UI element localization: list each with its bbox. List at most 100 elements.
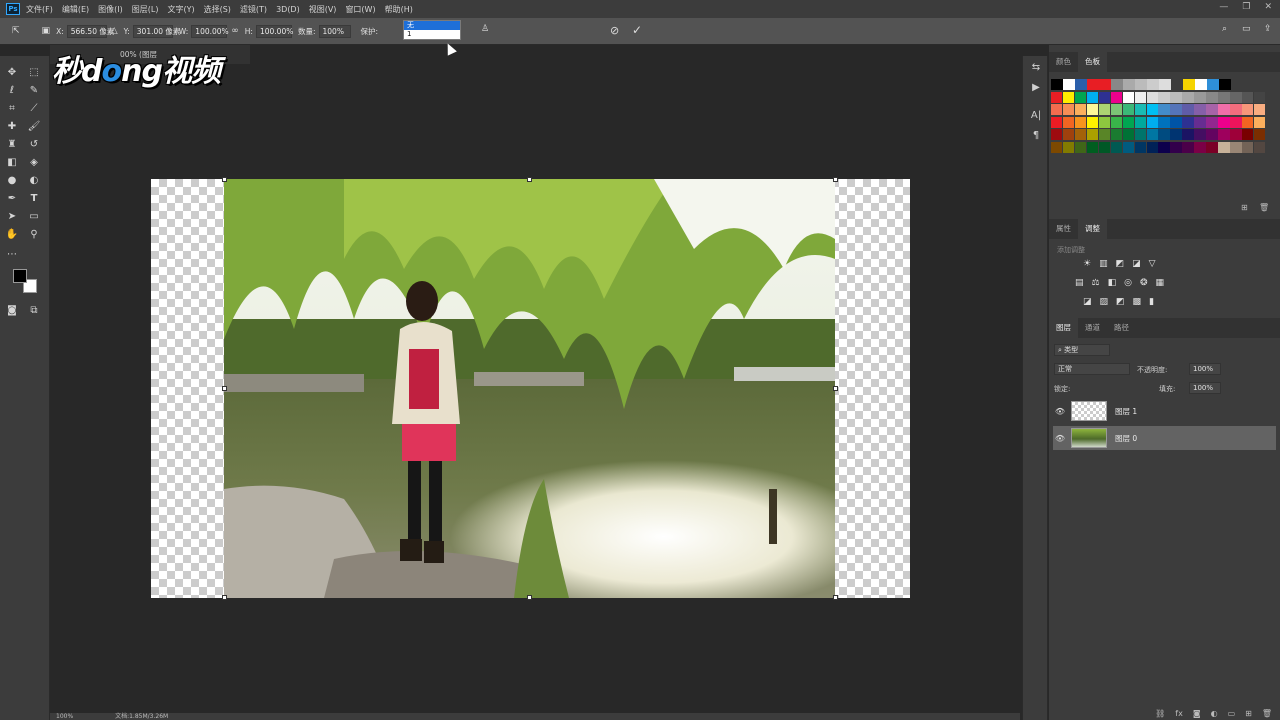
color-swatch[interactable] bbox=[1230, 129, 1242, 140]
color-swatch[interactable] bbox=[1194, 129, 1206, 140]
transform-handle[interactable] bbox=[222, 595, 227, 600]
close-icon[interactable]: ✕ bbox=[1264, 2, 1272, 12]
h-field[interactable]: 100.00% bbox=[255, 24, 293, 38]
menu-window[interactable]: 窗口(W) bbox=[345, 4, 375, 15]
color-swatch[interactable] bbox=[1230, 116, 1242, 128]
history-brush-tool-icon[interactable]: ↺ bbox=[27, 138, 41, 152]
menu-view[interactable]: 视图(V) bbox=[309, 4, 337, 15]
tab-swatches[interactable]: 色板 bbox=[1078, 52, 1107, 72]
color-swatch[interactable] bbox=[1206, 141, 1218, 153]
color-swatch[interactable] bbox=[1147, 79, 1159, 90]
color-swatch[interactable] bbox=[1182, 129, 1194, 140]
color-swatch[interactable] bbox=[1087, 79, 1099, 90]
eraser-tool-icon[interactable]: ◧ bbox=[5, 156, 19, 170]
color-swatch[interactable] bbox=[1086, 129, 1099, 140]
color-swatch[interactable] bbox=[1051, 141, 1063, 153]
color-swatch[interactable] bbox=[1253, 129, 1266, 140]
color-swatch[interactable] bbox=[1158, 129, 1170, 140]
actions-play-icon[interactable]: ▶ bbox=[1023, 78, 1049, 98]
hue-saturation-icon[interactable]: ▤ bbox=[1075, 278, 1084, 288]
color-swatch[interactable] bbox=[1134, 116, 1146, 128]
color-swatch[interactable] bbox=[1062, 141, 1075, 153]
tab-channels[interactable]: 通道 bbox=[1078, 318, 1107, 338]
color-swatch[interactable] bbox=[1098, 104, 1111, 115]
curves-icon[interactable]: ◩ bbox=[1116, 259, 1125, 269]
color-swatch[interactable] bbox=[1146, 129, 1158, 140]
character-icon[interactable]: A| bbox=[1023, 106, 1049, 126]
color-swatch[interactable] bbox=[1074, 91, 1087, 103]
color-swatch[interactable] bbox=[1098, 91, 1111, 103]
layer-row[interactable]: 👁 图层 0 bbox=[1053, 426, 1276, 450]
color-swatch[interactable] bbox=[1074, 116, 1087, 128]
color-swatch[interactable] bbox=[1159, 79, 1171, 90]
delta-icon[interactable]: △ bbox=[111, 26, 118, 36]
transform-handle[interactable] bbox=[222, 386, 227, 391]
color-swatch[interactable] bbox=[1110, 129, 1123, 140]
eyedropper-tool-icon[interactable]: ⟋ bbox=[27, 102, 41, 116]
share-icon[interactable]: ⇪ bbox=[1264, 24, 1272, 34]
zoom-tool-icon[interactable]: ⚲ bbox=[27, 228, 41, 242]
delete-swatch-icon[interactable]: 🗑 bbox=[1259, 203, 1269, 212]
minimize-icon[interactable]: — bbox=[1219, 2, 1228, 12]
maximize-icon[interactable]: ❐ bbox=[1242, 2, 1250, 12]
color-swatch[interactable] bbox=[1062, 91, 1075, 103]
brush-tool-icon[interactable]: 🖌 bbox=[27, 120, 41, 134]
visibility-eye-icon[interactable]: 👁 bbox=[1053, 434, 1067, 443]
lasso-tool-icon[interactable]: ℓ bbox=[5, 84, 19, 98]
color-swatch[interactable] bbox=[1075, 79, 1087, 90]
color-swatch[interactable] bbox=[1218, 116, 1230, 128]
opacity-field[interactable]: 100% bbox=[1189, 363, 1221, 375]
color-swatch[interactable] bbox=[1194, 116, 1206, 128]
color-swatch[interactable] bbox=[1110, 91, 1123, 103]
color-swatch[interactable] bbox=[1098, 141, 1111, 153]
w-field[interactable]: 100.00% bbox=[191, 24, 229, 38]
color-swatch[interactable] bbox=[1098, 129, 1111, 140]
color-swatch[interactable] bbox=[1218, 129, 1230, 140]
path-select-tool-icon[interactable]: ➤ bbox=[5, 210, 19, 224]
layer-row[interactable]: 👁 图层 1 bbox=[1053, 399, 1276, 423]
document-info[interactable]: 文档:1.85M/3.26M bbox=[115, 713, 168, 720]
color-swatch[interactable] bbox=[1111, 79, 1123, 90]
color-swatch[interactable] bbox=[1207, 79, 1219, 90]
color-swatch[interactable] bbox=[1253, 104, 1266, 115]
new-adjustment-icon[interactable]: ◐ bbox=[1211, 709, 1218, 720]
menu-3d[interactable]: 3D(D) bbox=[276, 5, 300, 14]
color-swatch[interactable] bbox=[1134, 141, 1146, 153]
color-swatch[interactable] bbox=[1230, 141, 1242, 153]
color-swatch[interactable] bbox=[1146, 104, 1158, 115]
clone-stamp-tool-icon[interactable]: ♜ bbox=[5, 138, 19, 152]
link-layers-icon[interactable]: ⛓ bbox=[1155, 709, 1165, 720]
color-swatch[interactable] bbox=[1158, 141, 1170, 153]
color-swatch[interactable] bbox=[1171, 79, 1183, 90]
tab-paths[interactable]: 路径 bbox=[1107, 318, 1136, 338]
dodge-tool-icon[interactable]: ◐ bbox=[27, 174, 41, 188]
workspace-icon[interactable]: ▭ bbox=[1242, 24, 1251, 34]
quick-select-tool-icon[interactable]: ✎ bbox=[27, 84, 41, 98]
dropdown-option[interactable]: 1 bbox=[404, 30, 460, 39]
color-swatch[interactable] bbox=[1170, 141, 1182, 153]
channel-mixer-icon[interactable]: ❂ bbox=[1140, 278, 1148, 288]
commit-transform-icon[interactable]: ✓ bbox=[632, 23, 642, 37]
black-white-icon[interactable]: ◧ bbox=[1108, 278, 1117, 288]
color-swatch[interactable] bbox=[1158, 104, 1170, 115]
color-swatch[interactable] bbox=[1146, 116, 1158, 128]
color-swatch[interactable] bbox=[1122, 104, 1135, 115]
color-swatch[interactable] bbox=[1218, 141, 1230, 153]
pen-tool-icon[interactable]: ✒ bbox=[5, 192, 19, 206]
menu-edit[interactable]: 编辑(E) bbox=[62, 4, 89, 15]
color-swatch[interactable] bbox=[1195, 79, 1207, 90]
color-swatch[interactable] bbox=[1183, 79, 1195, 90]
color-swatch[interactable] bbox=[1122, 141, 1135, 153]
paragraph-icon[interactable]: ¶ bbox=[1023, 126, 1049, 146]
color-swatch[interactable] bbox=[1110, 116, 1123, 128]
menu-type[interactable]: 文字(Y) bbox=[167, 4, 194, 15]
color-swatch[interactable] bbox=[1194, 141, 1206, 153]
color-swatch[interactable] bbox=[1230, 91, 1242, 103]
color-swatch[interactable] bbox=[1170, 91, 1182, 103]
color-swatch[interactable] bbox=[1170, 116, 1182, 128]
more-tools-icon[interactable]: ⋯ bbox=[5, 248, 19, 262]
color-swatch[interactable] bbox=[1206, 129, 1218, 140]
color-swatch[interactable] bbox=[1051, 91, 1063, 103]
transform-handle[interactable] bbox=[833, 595, 838, 600]
cancel-transform-icon[interactable]: ⊘ bbox=[610, 24, 619, 37]
